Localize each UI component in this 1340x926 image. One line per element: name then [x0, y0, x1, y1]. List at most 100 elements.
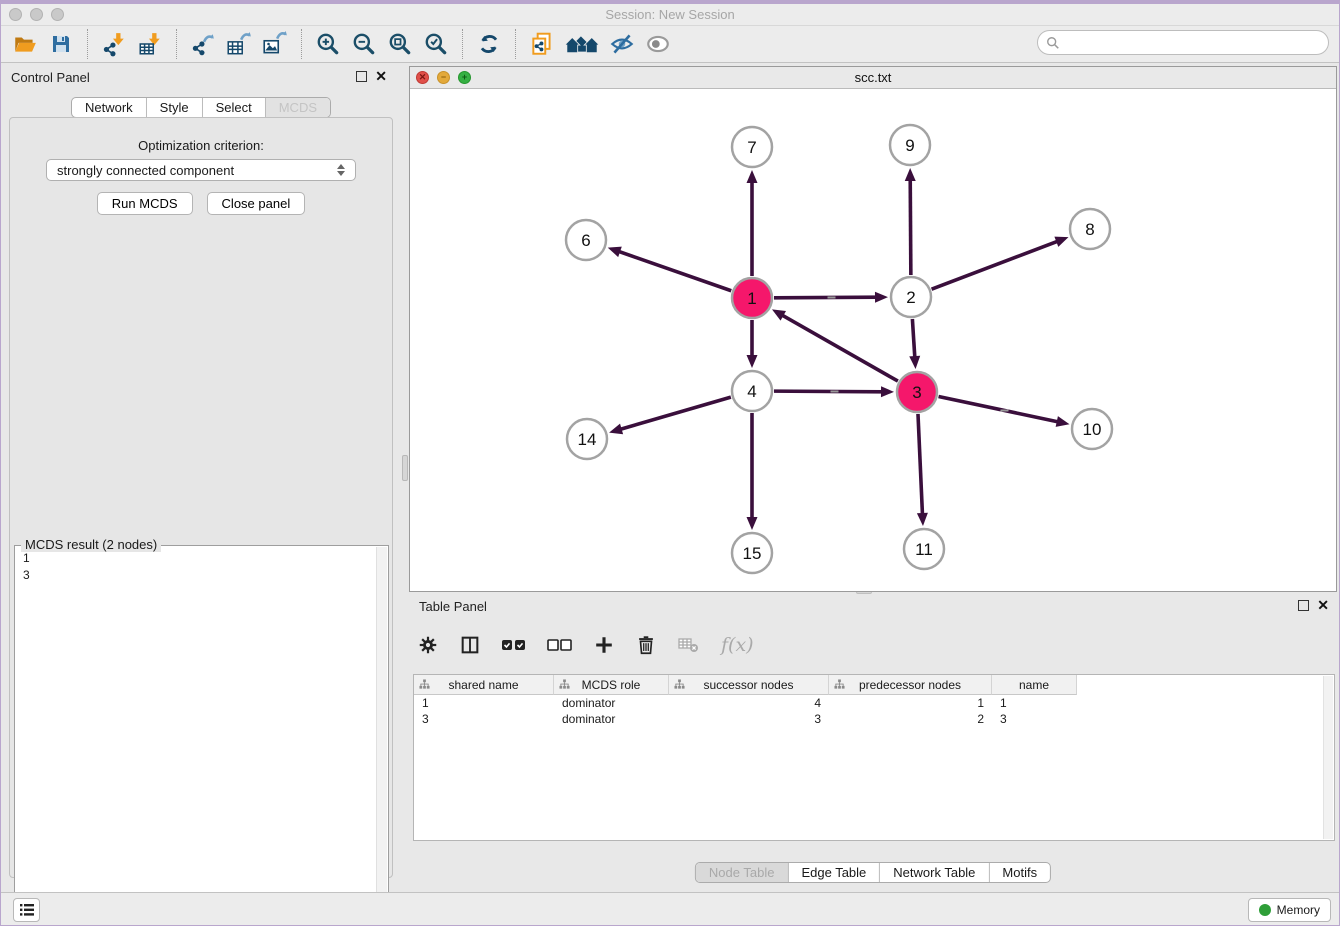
float-panel-icon[interactable]: [356, 71, 367, 82]
network-canvas[interactable]: 7 9 6 8 1 2 4 3 14 10 15 11: [410, 89, 1336, 591]
column-header[interactable]: name: [992, 675, 1077, 695]
delete-column-button[interactable]: [635, 634, 657, 656]
tab-edge-table[interactable]: Edge Table: [788, 863, 880, 882]
tab-node-table[interactable]: Node Table: [696, 863, 789, 882]
close-panel-button[interactable]: Close panel: [207, 192, 306, 215]
column-header[interactable]: MCDS role: [554, 675, 669, 695]
graph-edge-1-2[interactable]: [774, 297, 877, 298]
first-neighbors-button[interactable]: [560, 28, 604, 60]
show-panels-button[interactable]: [13, 898, 40, 922]
application-window: Session: New Session Control Panel: [0, 0, 1340, 926]
graph-edge-2-3[interactable]: [912, 319, 914, 358]
tab-motifs[interactable]: Motifs: [989, 863, 1050, 882]
close-panel-icon[interactable]: ✕: [375, 71, 387, 82]
network-frame-titlebar[interactable]: ✕ − + scc.txt: [410, 67, 1336, 89]
graph-node-1[interactable]: 1: [732, 278, 772, 318]
graph-node-15[interactable]: 15: [732, 533, 772, 573]
arrowhead-icon: [1056, 416, 1070, 427]
node-label: 10: [1083, 420, 1102, 439]
table-options-button[interactable]: [417, 634, 439, 656]
column-header[interactable]: predecessor nodes: [829, 675, 992, 695]
vertical-splitter-handle[interactable]: [402, 455, 408, 481]
refresh-button[interactable]: [471, 28, 507, 60]
graph-edge-3-1[interactable]: [782, 315, 898, 381]
table-cell[interactable]: 1: [829, 695, 992, 711]
zoom-fit-button[interactable]: [382, 28, 418, 60]
table-cell[interactable]: dominator: [554, 695, 669, 711]
select-all-button[interactable]: [501, 636, 527, 654]
graph-edge-3-11[interactable]: [918, 414, 923, 515]
import-network-button[interactable]: [96, 28, 132, 60]
graph-node-6[interactable]: 6: [566, 220, 606, 260]
table-cell[interactable]: 3: [414, 711, 554, 727]
zoom-in-button[interactable]: [310, 28, 346, 60]
tab-style[interactable]: Style: [147, 98, 203, 117]
show-columns-button[interactable]: [459, 634, 481, 656]
select-all-icon: [501, 636, 527, 654]
search-field[interactable]: [1037, 30, 1329, 55]
run-mcds-button[interactable]: Run MCDS: [97, 192, 193, 215]
export-image-button[interactable]: [257, 28, 293, 60]
graph-edge-2-8[interactable]: [932, 241, 1059, 289]
mcds-result-text[interactable]: 1 3: [17, 550, 375, 921]
node-label: 15: [743, 544, 762, 563]
criterion-select[interactable]: strongly connected component: [46, 159, 356, 181]
export-table-button[interactable]: [221, 28, 257, 60]
import-table-icon: [137, 31, 163, 57]
clone-network-button[interactable]: [524, 28, 560, 60]
graph-node-4[interactable]: 4: [732, 371, 772, 411]
zoom-out-button[interactable]: [346, 28, 382, 60]
table-cell[interactable]: 2: [829, 711, 992, 727]
close-panel-icon[interactable]: ✕: [1317, 600, 1329, 611]
toolbar-separator: [515, 29, 516, 59]
table-cell[interactable]: 1: [414, 695, 554, 711]
save-session-button[interactable]: [43, 28, 79, 60]
table-cell[interactable]: 1: [992, 695, 1077, 711]
graph-edge-2-9[interactable]: [910, 179, 911, 275]
table-cell[interactable]: dominator: [554, 711, 669, 727]
graph-node-8[interactable]: 8: [1070, 209, 1110, 249]
main-titlebar[interactable]: Session: New Session: [1, 4, 1339, 26]
node-label: 8: [1085, 220, 1094, 239]
hide-graphics-details-button[interactable]: [604, 28, 640, 60]
graph-node-2[interactable]: 2: [891, 277, 931, 317]
table-cell[interactable]: 3: [992, 711, 1077, 727]
graph-edge-1-6[interactable]: [618, 251, 731, 291]
tab-select[interactable]: Select: [203, 98, 266, 117]
graph-node-3[interactable]: 3: [897, 372, 937, 412]
import-table-button[interactable]: [132, 28, 168, 60]
graph-node-11[interactable]: 11: [904, 529, 944, 569]
table-cell[interactable]: 4: [669, 695, 829, 711]
column-header[interactable]: shared name: [414, 675, 554, 695]
zoom-selected-button[interactable]: [418, 28, 454, 60]
status-bar: Memory: [1, 892, 1339, 926]
memory-button[interactable]: Memory: [1248, 898, 1331, 922]
deselect-all-button[interactable]: [547, 636, 573, 654]
open-session-button[interactable]: [7, 28, 43, 60]
tab-network-table[interactable]: Network Table: [880, 863, 989, 882]
table-row[interactable]: 1dominator411: [414, 695, 1334, 711]
table-row[interactable]: 3dominator323: [414, 711, 1334, 727]
tab-mcds[interactable]: MCDS: [266, 98, 330, 117]
add-column-button[interactable]: [593, 634, 615, 656]
graph-node-9[interactable]: 9: [890, 125, 930, 165]
delete-table-button[interactable]: [677, 635, 701, 655]
graph-node-14[interactable]: 14: [567, 419, 607, 459]
result-scrollbar[interactable]: [376, 547, 387, 922]
table-cell[interactable]: 3: [669, 711, 829, 727]
tab-network[interactable]: Network: [72, 98, 147, 117]
graph-edge-3-10[interactable]: [939, 397, 1059, 422]
table-panel-title: Table Panel: [419, 599, 487, 614]
graph-edge-4-3[interactable]: [774, 391, 883, 392]
show-hide-graphics-button[interactable]: [640, 28, 676, 60]
float-panel-icon[interactable]: [1298, 600, 1309, 611]
table-scrollbar[interactable]: [1323, 676, 1333, 839]
graph-node-7[interactable]: 7: [732, 127, 772, 167]
graph-node-10[interactable]: 10: [1072, 409, 1112, 449]
export-network-button[interactable]: [185, 28, 221, 60]
search-input[interactable]: [1065, 35, 1320, 50]
function-builder-button[interactable]: f(x): [721, 634, 754, 656]
graph-edge-4-14[interactable]: [620, 397, 731, 429]
column-header[interactable]: successor nodes: [669, 675, 829, 695]
table-panel-controls: ✕: [1298, 600, 1329, 611]
